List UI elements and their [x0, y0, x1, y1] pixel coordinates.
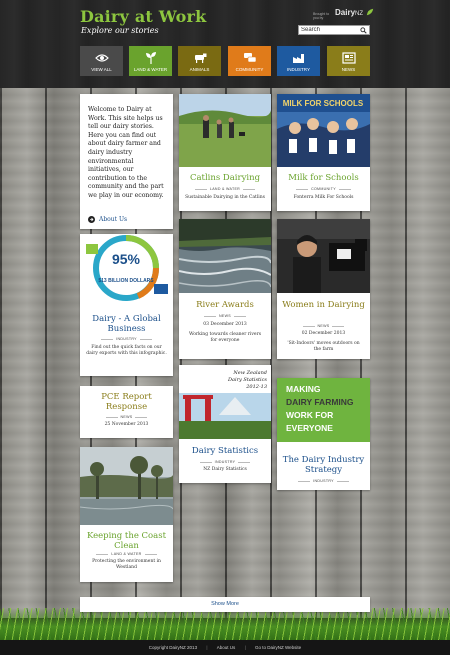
strategy-banner-line1: MAKING: [286, 384, 321, 394]
card-category: News: [277, 324, 370, 328]
card-category: News: [179, 314, 271, 318]
global-infographic: 95% $13 BILLION DOLLARS: [80, 234, 173, 308]
nav-animals[interactable]: Animals: [178, 46, 221, 76]
card-category: Community: [277, 187, 370, 191]
newspaper-icon: [341, 52, 356, 64]
factory-icon: [292, 54, 304, 63]
card-title: Dairy Statistics: [191, 446, 259, 456]
sprout-icon: [145, 52, 156, 64]
catlins-photo: [179, 94, 271, 167]
card-title: Catlins Dairying: [189, 173, 261, 183]
card-category: News: [80, 415, 173, 419]
footer-separator: |: [206, 645, 208, 650]
category-nav: View All Land & Water Animals: [80, 46, 370, 76]
card-date: 03 December 2013: [203, 322, 247, 327]
card-date: 02 December 2013: [301, 331, 346, 336]
site-title[interactable]: Dairy at Work: [80, 7, 206, 26]
nav-label: Community: [235, 67, 264, 72]
story-card-women-in-dairying[interactable]: Women in Dairying News 02 December 2013 …: [277, 219, 370, 359]
card-description: Fonterra Milk For Schools: [293, 195, 354, 200]
story-card-industry-strategy[interactable]: MAKING DAIRY FARMING WORK FOR EVERYONE T…: [277, 378, 370, 490]
nav-view-all[interactable]: View All: [80, 46, 123, 76]
strategy-banner-line2: DAIRY FARMING: [286, 397, 354, 407]
footer-about-link[interactable]: About Us: [217, 645, 236, 650]
story-card-catlins[interactable]: Catlins Dairying Land & Water Sustainabl…: [179, 94, 271, 211]
card-description: NZ Dairy Statistics: [203, 467, 247, 472]
card-title: The Dairy Industry Strategy: [282, 455, 365, 475]
strategy-banner: MAKING DAIRY FARMING WORK FOR EVERYONE: [277, 378, 370, 442]
search-input[interactable]: [301, 26, 359, 34]
infographic-percent: 95%: [112, 251, 141, 267]
story-card-pce-report[interactable]: PCE Report Response News 25 November 201…: [80, 386, 173, 438]
card-category: Industry: [80, 337, 173, 341]
cow-icon: [194, 53, 206, 63]
intro-card: Welcome to Dairy at Work. This site help…: [80, 94, 173, 229]
nav-industry[interactable]: Industry: [277, 46, 320, 76]
strategy-banner-line4: EVERYONE: [286, 423, 333, 433]
card-description: Sustainable Dairying in the Catlins: [185, 195, 265, 200]
strategy-banner-line3: WORK FOR: [286, 410, 333, 420]
footer-website-link[interactable]: Go to DairyNZ Website: [255, 645, 301, 650]
nav-label: Land & Water: [133, 67, 168, 72]
site-header: Dairy at Work Explore our stories Brough…: [0, 0, 450, 88]
milk-for-schools-photo: MILK FOR SCHOOLS: [277, 94, 370, 167]
stats-cover-line2: Dairy Statistics: [227, 377, 267, 383]
card-description: Find out the quick facts on our dairy ex…: [86, 345, 167, 356]
eye-icon: [94, 54, 109, 62]
story-card-river-awards[interactable]: River Awards News 03 December 2013 Worki…: [179, 219, 271, 359]
story-card-global-business[interactable]: 95% $13 BILLION DOLLARS Dairy - A Global…: [80, 234, 173, 376]
story-card-coast-clean[interactable]: Keeping the Coast Clean Land & Water Pro…: [80, 447, 173, 582]
brand-tagline: Brought to you by: [313, 12, 330, 20]
card-title: Dairy - A Global Business: [92, 314, 161, 334]
site-subtitle: Explore our stories: [81, 26, 159, 35]
nav-label: View All: [91, 67, 112, 72]
nav-label: Industry: [287, 67, 310, 72]
card-category: Industry: [179, 460, 271, 464]
river-photo: [179, 219, 271, 293]
card-description: Protecting the environment in Westland: [92, 559, 161, 570]
arrow-right-icon: [88, 216, 95, 223]
story-card-milk-for-schools[interactable]: MILK FOR SCHOOLS Milk for Schools Commun…: [277, 94, 370, 211]
nav-community[interactable]: Community: [228, 46, 271, 76]
story-card-dairy-statistics[interactable]: New Zealand Dairy Statistics 2012-13 Dai…: [179, 365, 271, 483]
chat-icon: [243, 53, 256, 63]
search-icon[interactable]: [360, 27, 367, 34]
show-more-button[interactable]: Show More: [80, 597, 370, 612]
copyright-text: Copyright DairyNZ 2013: [148, 645, 198, 650]
women-dairying-photo: [277, 219, 370, 293]
card-title: Women in Dairying: [282, 300, 365, 310]
infographic-value: $13 BILLION DOLLARS: [98, 278, 154, 284]
nav-news[interactable]: News: [327, 46, 370, 76]
card-title: Milk for Schools: [288, 173, 359, 183]
coast-photo: [80, 447, 173, 525]
nav-label: Animals: [189, 67, 210, 72]
card-description: 'Sit-Indoors' moves outdoors on the farm: [287, 341, 360, 352]
card-title: Keeping the Coast Clean: [86, 531, 167, 551]
dairynz-logo: DairyNZ: [335, 8, 364, 17]
card-category: Industry: [277, 479, 370, 483]
intro-text: Welcome to Dairy at Work. This site help…: [88, 106, 164, 199]
footer-separator: |: [244, 645, 246, 650]
dairy-statistics-cover: New Zealand Dairy Statistics 2012-13: [179, 365, 271, 439]
card-title: River Awards: [196, 300, 254, 310]
stats-cover-line3: 2012-13: [245, 384, 267, 390]
site-footer: Copyright DairyNZ 2013 | About Us | Go t…: [0, 640, 450, 655]
grass-border: [0, 608, 450, 642]
nav-label: News: [341, 67, 356, 72]
card-category: Land & Water: [80, 552, 173, 556]
search-box: [298, 25, 370, 35]
card-date: 25 November 2013: [104, 422, 149, 427]
about-us-link[interactable]: About Us: [88, 216, 127, 223]
card-category: Land & Water: [179, 187, 271, 191]
nav-land-water[interactable]: Land & Water: [129, 46, 172, 76]
milk-banner-text: MILK FOR SCHOOLS: [283, 99, 364, 108]
card-description: Working towards cleaner rivers for every…: [188, 332, 262, 343]
leaf-logo-icon: [366, 8, 374, 16]
stats-cover-line1: New Zealand: [232, 370, 267, 376]
card-title: PCE Report Response: [101, 392, 152, 412]
